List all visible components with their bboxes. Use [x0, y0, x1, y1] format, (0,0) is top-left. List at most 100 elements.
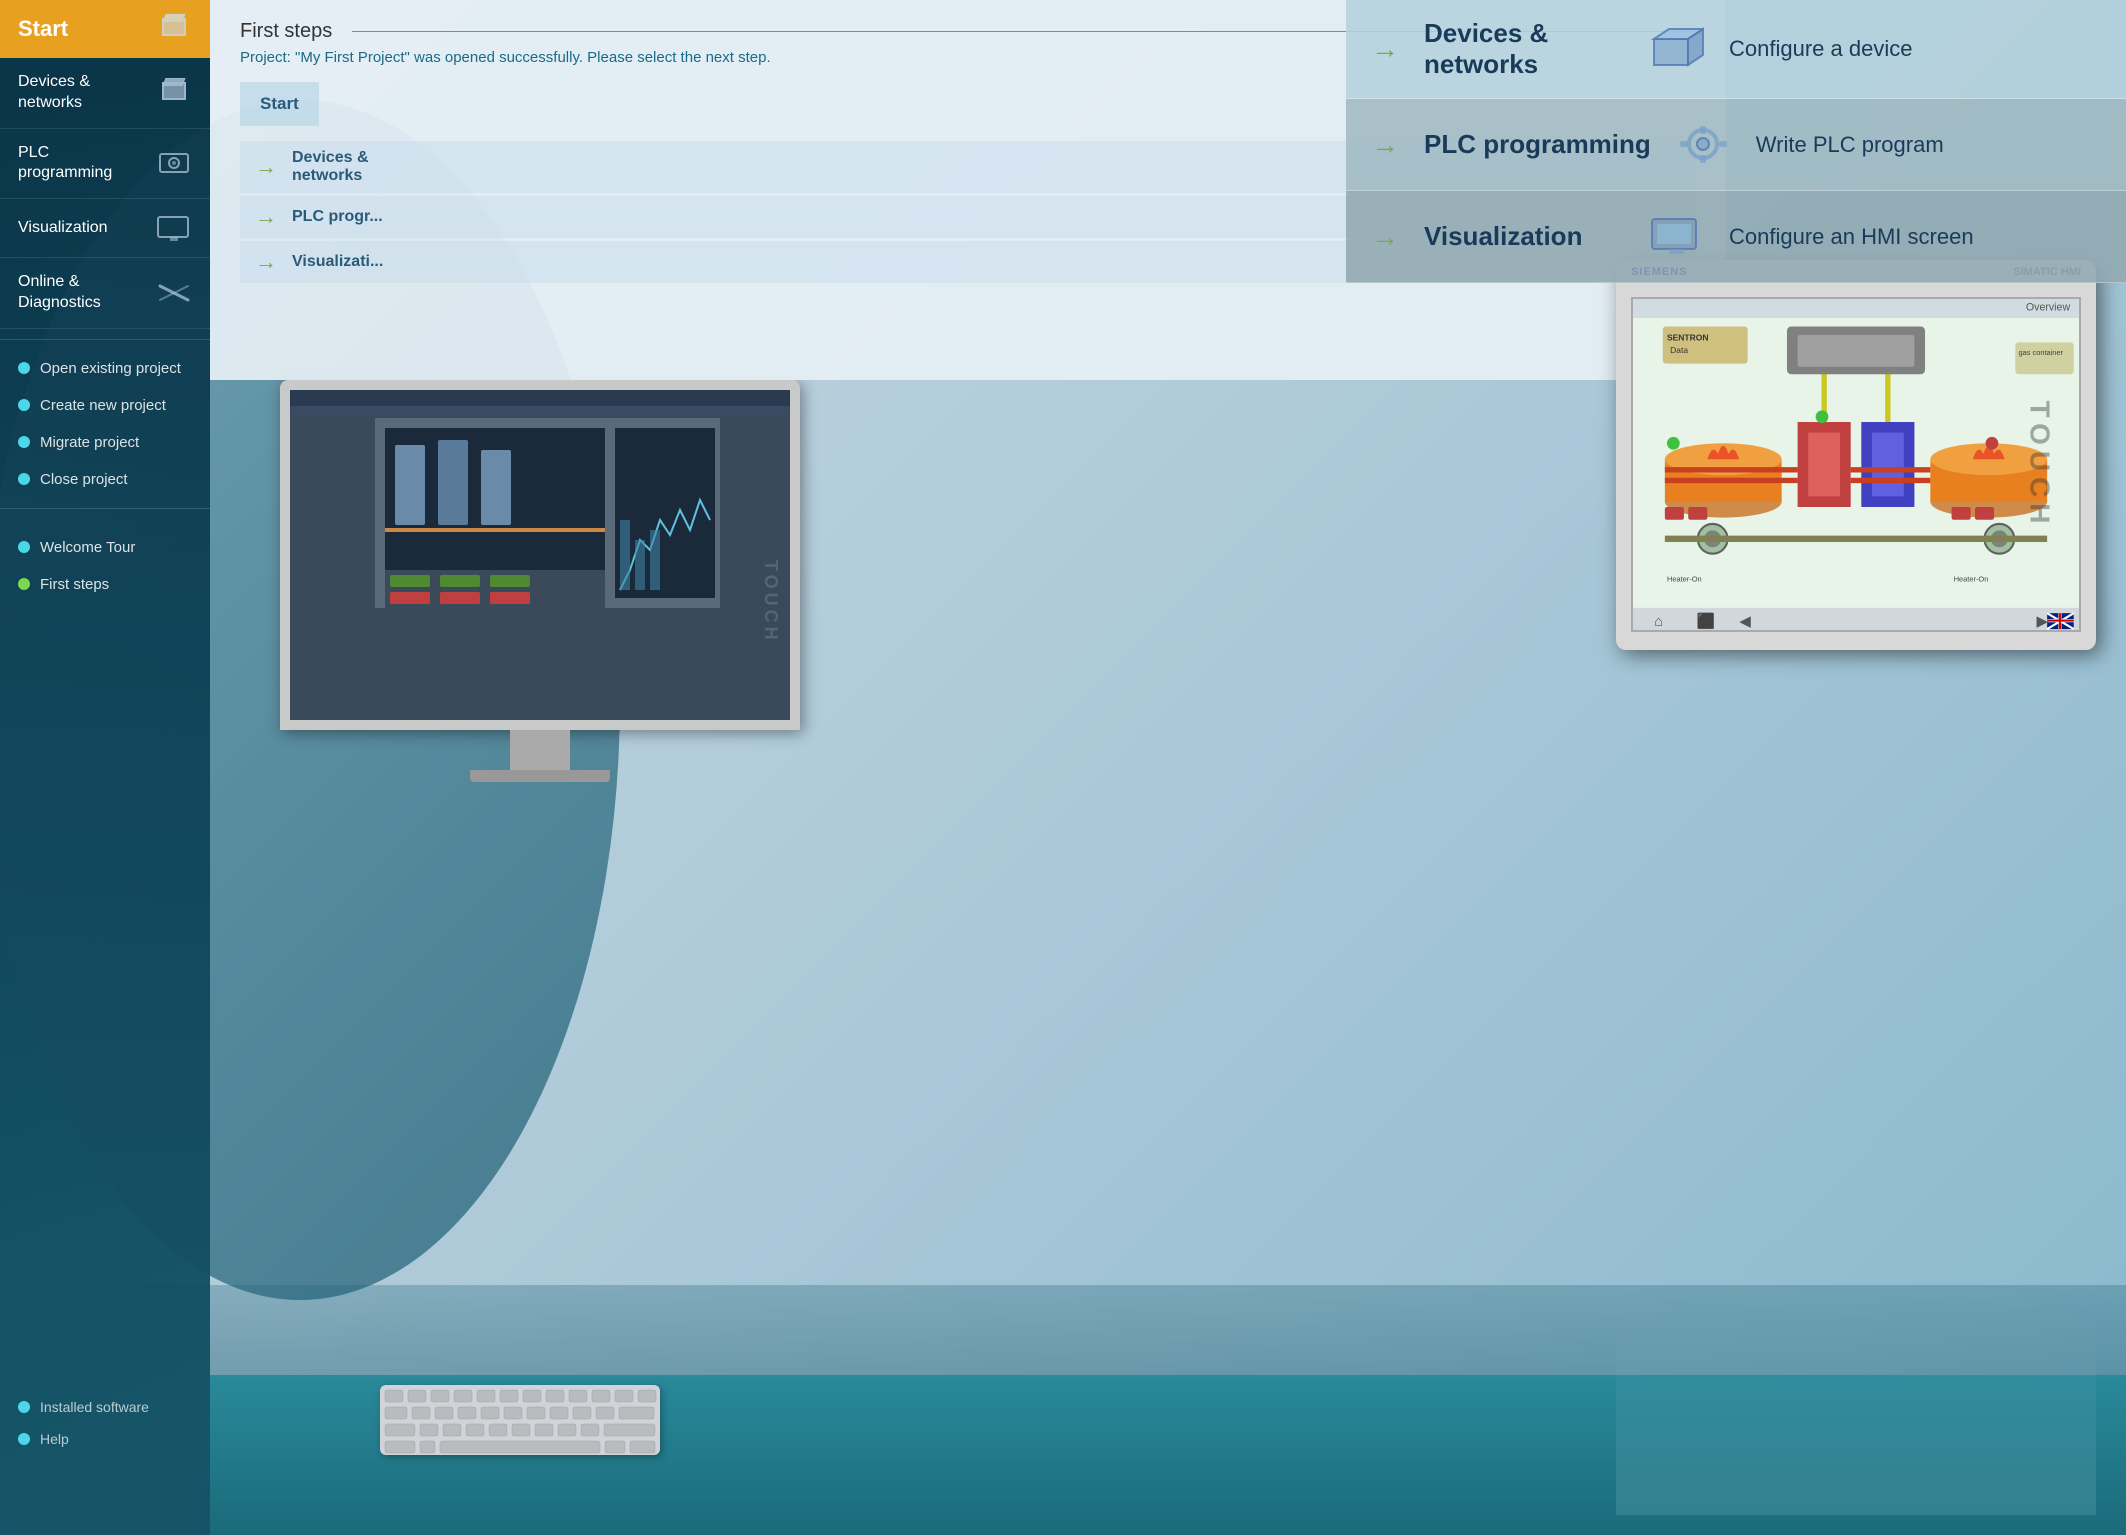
- monitor-area: TOUCH: [280, 380, 800, 790]
- hmi-diagram-svg: Overview: [1633, 299, 2079, 630]
- menu-create-project[interactable]: Create new project: [0, 387, 210, 424]
- dot-migrate: [18, 436, 30, 448]
- workflow-arrow-3: →: [1371, 221, 1399, 253]
- workflow-devices-label: Devices &networks: [1424, 18, 1624, 80]
- installed-software-label: Installed software: [40, 1399, 149, 1415]
- first-steps-heading: First steps: [240, 20, 332, 43]
- dot-open: [18, 362, 30, 374]
- workflow-item-devices[interactable]: → Devices &networks Configure a device: [1346, 0, 2126, 99]
- monitor-stand: [510, 730, 570, 770]
- workflow-vis-icon: [1644, 209, 1709, 264]
- touch-label: TOUCH: [2023, 400, 2055, 529]
- sidebar: Start Devices &networks PLCprogramming V…: [0, 0, 210, 1535]
- plc-icon: [156, 148, 192, 178]
- step-arrow-3: →: [255, 249, 277, 275]
- svg-text:SENTRON: SENTRON: [1667, 332, 1708, 342]
- svg-text:Heater-On: Heater-On: [1954, 574, 1989, 583]
- sidebar-divider-2: [0, 508, 210, 509]
- dot-help: [18, 1433, 30, 1445]
- sidebar-item-visualization[interactable]: Visualization: [0, 199, 210, 258]
- workflow-devices-icon: [1644, 22, 1709, 77]
- link-installed-software[interactable]: Installed software: [0, 1391, 210, 1423]
- step-label-vis: Visualizati...: [292, 253, 412, 271]
- sidebar-header[interactable]: Start: [0, 0, 210, 58]
- hmi-screen: TOUCH Overview: [1631, 297, 2081, 632]
- sidebar-item-online[interactable]: Online &Diagnostics: [0, 258, 210, 329]
- sidebar-item-plc[interactable]: PLCprogramming: [0, 129, 210, 200]
- open-project-label: Open existing project: [40, 360, 181, 377]
- hmi-panel: SIEMENS SIMATIC HMI TOUCH Overview: [1616, 260, 2096, 650]
- dot-welcome: [18, 541, 30, 553]
- svg-text:TOUCH: TOUCH: [761, 560, 781, 644]
- online-label: Online &Diagnostics: [18, 272, 101, 314]
- step-label-plc: PLC progr...: [292, 208, 412, 226]
- hmi-bezel: SIEMENS SIMATIC HMI TOUCH Overview: [1616, 260, 2096, 650]
- svg-text:Heater-On: Heater-On: [1667, 574, 1702, 583]
- workflow-vis-action: Configure an HMI screen: [1729, 224, 1974, 250]
- plc-gear-icon: [1676, 122, 1731, 167]
- svg-text:⌂: ⌂: [1654, 614, 1663, 630]
- workflow-vis-label: Visualization: [1424, 221, 1624, 252]
- keyboard-svg: [380, 1385, 660, 1455]
- svg-text:▶: ▶: [2037, 614, 2049, 630]
- workflow-arrow-2: →: [1371, 129, 1399, 161]
- online-icon: [156, 278, 192, 308]
- create-project-label: Create new project: [40, 397, 166, 414]
- plc-label: PLCprogramming: [18, 143, 112, 185]
- sidebar-title: Start: [18, 16, 68, 42]
- welcome-tour-label: Welcome Tour: [40, 539, 135, 556]
- dot-firststeps: [18, 578, 30, 590]
- start-sub-label: Start: [260, 94, 299, 113]
- project-label: Project: "My First Project" was opened s…: [240, 49, 771, 66]
- vis-icon-svg: [156, 213, 192, 243]
- svg-text:⬛: ⬛: [1697, 612, 1716, 630]
- step-arrow-2: →: [255, 204, 277, 230]
- dot-close: [18, 473, 30, 485]
- start-icon: [156, 14, 192, 44]
- sidebar-bottom: Installed software Help: [0, 1391, 210, 1455]
- first-steps-label: First steps: [40, 576, 109, 593]
- menu-welcome-tour[interactable]: Welcome Tour: [0, 529, 210, 566]
- plc-icon-svg: [156, 148, 192, 178]
- devices-box-icon: [1649, 27, 1704, 72]
- vis-screen-icon: [1649, 214, 1704, 259]
- workflow-item-vis[interactable]: → Visualization Configure an HMI screen: [1346, 191, 2126, 283]
- sidebar-item-devices[interactable]: Devices &networks: [0, 58, 210, 129]
- monitor-bezel: TOUCH: [280, 380, 800, 730]
- monitor-base: [470, 770, 610, 782]
- menu-migrate-project[interactable]: Migrate project: [0, 424, 210, 461]
- svg-text:gas container: gas container: [2018, 348, 2063, 357]
- help-label: Help: [40, 1431, 69, 1447]
- workflow-item-plc[interactable]: → PLC programming Write PLC program: [1346, 99, 2126, 191]
- keyboard: [380, 1385, 660, 1455]
- menu-close-project[interactable]: Close project: [0, 461, 210, 498]
- start-sub-panel[interactable]: Start: [240, 82, 319, 126]
- visualization-label: Visualization: [18, 218, 108, 239]
- monitor-content-svg: TOUCH: [290, 390, 790, 720]
- step-label-devices: Devices &networks: [292, 149, 412, 185]
- sidebar-divider-1: [0, 339, 210, 340]
- workflow-panel: → Devices &networks Configure a device →…: [1346, 0, 2126, 283]
- workflow-arrow-1: →: [1371, 33, 1399, 65]
- dot-installed: [18, 1401, 30, 1413]
- workflow-plc-label: PLC programming: [1424, 129, 1651, 160]
- workflow-devices-action: Configure a device: [1729, 36, 1912, 62]
- svg-text:Data: Data: [1670, 345, 1688, 355]
- monitor-screen: TOUCH: [290, 390, 790, 720]
- workflow-plc-icon: [1671, 117, 1736, 172]
- menu-open-project[interactable]: Open existing project: [0, 350, 210, 387]
- svg-text:Overview: Overview: [2026, 302, 2071, 314]
- hmi-reflection: [1616, 1315, 2096, 1515]
- migrate-project-label: Migrate project: [40, 434, 139, 451]
- devices-networks-label: Devices &networks: [18, 72, 90, 114]
- workflow-plc-action: Write PLC program: [1756, 132, 1944, 158]
- link-help[interactable]: Help: [0, 1423, 210, 1455]
- dot-create: [18, 399, 30, 411]
- menu-first-steps[interactable]: First steps: [0, 566, 210, 603]
- devices-icon: [156, 78, 192, 108]
- close-project-label: Close project: [40, 471, 128, 488]
- vis-icon: [156, 213, 192, 243]
- online-icon-svg: [156, 278, 192, 308]
- svg-text:◀: ◀: [1739, 614, 1751, 630]
- step-arrow-1: →: [255, 154, 277, 180]
